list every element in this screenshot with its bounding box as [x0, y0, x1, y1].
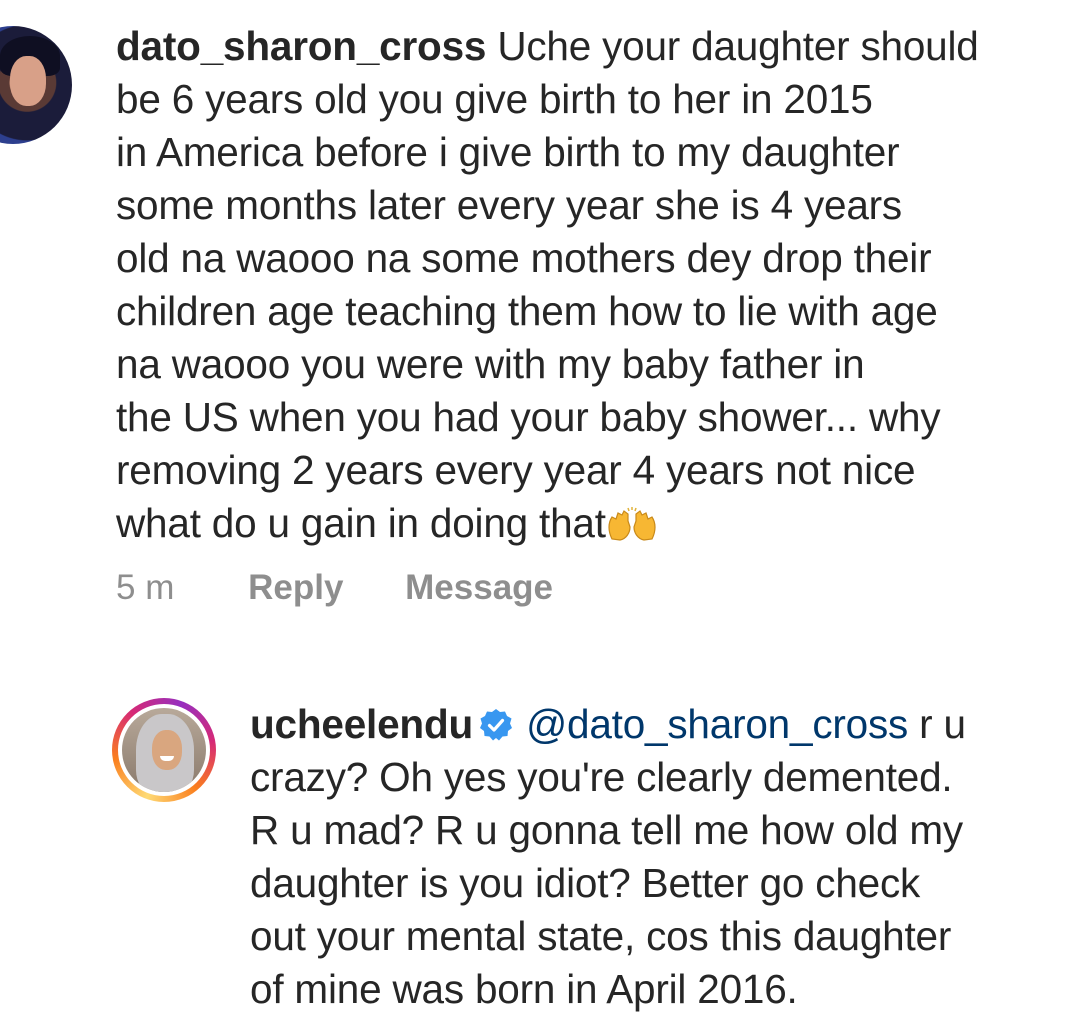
comment-username[interactable]: dato_sharon_cross — [116, 23, 486, 69]
comment-text: R u mad? R u gonna tell me how old my — [250, 807, 963, 853]
comment-text: removing 2 years every year 4 years not … — [116, 447, 916, 493]
comment-line: dato_sharon_cross Uche your daughter sho… — [116, 20, 979, 73]
mention-link[interactable]: @dato_sharon_cross — [526, 701, 908, 747]
avatar[interactable] — [0, 26, 74, 146]
comment-body: ucheelendu @dato_sharon_cross r u crazy?… — [250, 698, 966, 1016]
comment-text: crazy? Oh yes you're clearly demented. — [250, 754, 953, 800]
comment-timestamp: 5 m — [116, 568, 175, 607]
avatar-image — [122, 708, 206, 792]
verified-badge-icon — [479, 702, 513, 741]
comment-text: Uche your daughter should — [497, 23, 979, 69]
comment-text: old na waooo na some mothers dey drop th… — [116, 235, 932, 281]
comment-text: of mine was born in April 2016. — [250, 966, 798, 1012]
comment-meta: 5 m Reply Message — [116, 568, 553, 608]
comment-text: na waooo you were with my baby father in — [116, 341, 865, 387]
comment-text: daughter is you idiot? Better go check — [250, 860, 921, 906]
comment-text: r u — [908, 701, 966, 747]
comment-text: in America before i give birth to my dau… — [116, 129, 900, 175]
comment-text: the US when you had your baby shower... … — [116, 394, 941, 440]
avatar[interactable] — [112, 698, 216, 802]
comment-text: what do u gain in doing that — [116, 500, 606, 546]
raising-hands-icon — [606, 501, 658, 541]
comment-text: out your mental state, cos this daughter — [250, 913, 952, 959]
comment-line: what do u gain in doing that — [116, 497, 979, 550]
reply-button[interactable]: Reply — [248, 568, 343, 608]
message-button[interactable]: Message — [405, 568, 553, 608]
avatar-image — [0, 26, 72, 144]
comment-text: some months later every year she is 4 ye… — [116, 182, 902, 228]
comment-text: children age teaching them how to lie wi… — [116, 288, 938, 334]
comment-line: ucheelendu @dato_sharon_cross r u — [250, 698, 966, 751]
comment-text: be 6 years old you give birth to her in … — [116, 76, 873, 122]
comment-username[interactable]: ucheelendu — [250, 701, 473, 747]
comment-body: dato_sharon_cross Uche your daughter sho… — [116, 20, 979, 550]
